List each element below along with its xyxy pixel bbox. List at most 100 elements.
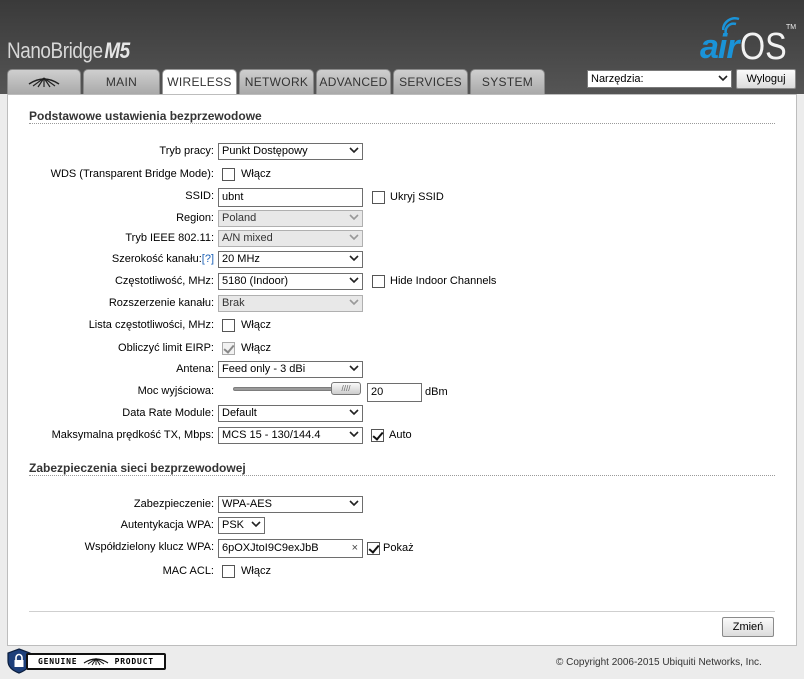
wpa-auth-label: Autentykacja WPA: bbox=[120, 519, 214, 531]
copyright: © Copyright 2006-2015 Ubiquiti Networks,… bbox=[556, 657, 762, 668]
wds-label: WDS (Transparent Bridge Mode): bbox=[50, 168, 214, 180]
row-output-power: Moc wyjściowa: 20 dBm bbox=[8, 383, 798, 403]
region-label: Region: bbox=[176, 212, 214, 224]
wpa-auth-select[interactable]: PSK bbox=[218, 517, 265, 534]
ubnt-logo-icon bbox=[28, 77, 60, 88]
data-rate-module-select[interactable]: Default bbox=[218, 405, 363, 422]
tab-advanced[interactable]: ADVANCED bbox=[316, 69, 391, 94]
tab-network[interactable]: NETWORK bbox=[239, 69, 314, 94]
auto-rate-checkbox[interactable] bbox=[371, 429, 384, 442]
tab-wireless[interactable]: WIRELESS bbox=[162, 69, 237, 95]
hide-indoor-checkbox[interactable] bbox=[372, 275, 385, 288]
tools-select[interactable]: Narzędzia: bbox=[587, 70, 732, 88]
airos-logo: air OS TM bbox=[700, 14, 800, 68]
row-ssid: SSID: ubnt Ukryj SSID bbox=[8, 188, 798, 208]
row-wpa-key: Współdzielony klucz WPA: 6pOXJtoI9C9exJb… bbox=[8, 539, 798, 559]
row-antenna: Antena: Feed only - 3 dBi bbox=[8, 361, 798, 381]
show-key-label: Pokaż bbox=[383, 542, 414, 554]
help-link[interactable]: [?] bbox=[202, 253, 214, 265]
eirp-checkbox-label: Włącz bbox=[241, 342, 271, 354]
channel-width-select[interactable]: 20 MHz bbox=[218, 251, 363, 268]
ssid-input[interactable]: ubnt bbox=[218, 188, 363, 207]
change-button[interactable]: Zmień bbox=[722, 617, 774, 637]
output-power-slider-handle[interactable]: //// bbox=[331, 382, 361, 395]
mode-select[interactable]: Punkt Dostępowy bbox=[218, 143, 363, 160]
antenna-value: Feed only - 3 dBi bbox=[222, 363, 306, 375]
chevron-down-icon bbox=[349, 147, 359, 154]
brand-name: NanoBridge bbox=[7, 38, 103, 63]
row-wpa-auth: Autentykacja WPA: PSK bbox=[8, 517, 798, 537]
row-mode: Tryb pracy: Punkt Dostępowy bbox=[8, 143, 798, 163]
frequency-label: Częstotliwość, MHz: bbox=[114, 275, 214, 287]
ssid-label: SSID: bbox=[185, 190, 214, 202]
tab-system[interactable]: SYSTEM bbox=[470, 69, 545, 94]
genuine-text: GENUINE bbox=[38, 657, 78, 666]
hide-ssid-checkbox[interactable] bbox=[372, 191, 385, 204]
mac-acl-checkbox-label: Włącz bbox=[241, 565, 271, 577]
model-name: M5 bbox=[104, 38, 130, 63]
logout-button[interactable]: Wyloguj bbox=[736, 69, 796, 89]
auto-rate-label: Auto bbox=[389, 429, 412, 441]
row-frequency: Częstotliwość, MHz: 5180 (Indoor) Hide I… bbox=[8, 273, 798, 293]
channel-extension-select[interactable]: Brak bbox=[218, 295, 363, 312]
chevron-down-icon bbox=[349, 214, 359, 221]
section-divider bbox=[29, 123, 775, 124]
antenna-label: Antena: bbox=[176, 363, 214, 375]
wds-checkbox[interactable] bbox=[222, 168, 235, 181]
genuine-product-badge: GENUINE PRODUCT bbox=[6, 648, 166, 674]
frequency-select[interactable]: 5180 (Indoor) bbox=[218, 273, 363, 290]
wpa-key-input[interactable]: 6pOXJtoI9C9exJbB × bbox=[218, 539, 363, 558]
mac-acl-label: MAC ACL: bbox=[162, 565, 214, 577]
data-rate-module-value: Default bbox=[222, 407, 257, 419]
ubnt-logo-icon bbox=[83, 658, 109, 666]
ieee-mode-select[interactable]: A/N mixed bbox=[218, 230, 363, 247]
row-channel-width: Szerokość kanału:[?] 20 MHz bbox=[8, 251, 798, 271]
product-text: PRODUCT bbox=[114, 657, 154, 666]
ieee-value: A/N mixed bbox=[222, 232, 273, 244]
security-select[interactable]: WPA-AES bbox=[218, 496, 363, 513]
tab-services[interactable]: SERVICES bbox=[393, 69, 468, 94]
mode-value: Punkt Dostępowy bbox=[222, 145, 308, 157]
max-tx-rate-value: MCS 15 - 130/144.4 bbox=[222, 429, 321, 441]
output-power-unit: dBm bbox=[425, 386, 448, 398]
tab-ubnt-logo[interactable] bbox=[7, 69, 81, 94]
basic-section-title: Podstawowe ustawienia bezprzewodowe bbox=[29, 109, 262, 123]
security-section-title: Zabezpieczenia sieci bezprzewodowej bbox=[29, 461, 246, 475]
wds-checkbox-label: Włącz bbox=[241, 168, 271, 180]
chevron-down-icon bbox=[251, 521, 261, 528]
chevron-down-icon bbox=[349, 299, 359, 306]
chevron-down-icon bbox=[349, 431, 359, 438]
data-rate-module-label: Data Rate Module: bbox=[122, 407, 214, 419]
chevron-down-icon bbox=[718, 75, 728, 82]
wpa-auth-value: PSK bbox=[222, 519, 245, 531]
row-ieee: Tryb IEEE 802.11: A/N mixed bbox=[8, 230, 798, 250]
clear-icon[interactable]: × bbox=[352, 540, 358, 557]
mac-acl-checkbox[interactable] bbox=[222, 565, 235, 578]
tools-select-value: Narzędzia: bbox=[591, 73, 644, 85]
row-channel-extension: Rozszerzenie kanału: Brak bbox=[8, 295, 798, 315]
frequency-list-checkbox[interactable] bbox=[222, 319, 235, 332]
antenna-select[interactable]: Feed only - 3 dBi bbox=[218, 361, 363, 378]
channel-width-value: 20 MHz bbox=[222, 253, 260, 265]
show-key-checkbox[interactable] bbox=[367, 542, 380, 555]
output-power-input[interactable]: 20 bbox=[367, 383, 422, 402]
output-power-label: Moc wyjściowa: bbox=[137, 385, 214, 397]
security-value: WPA-AES bbox=[222, 498, 272, 510]
genuine-badge-box: GENUINE PRODUCT bbox=[26, 653, 166, 670]
row-data-rate-module: Data Rate Module: Default bbox=[8, 405, 798, 425]
region-select[interactable]: Poland bbox=[218, 210, 363, 227]
tab-main[interactable]: MAIN bbox=[83, 69, 160, 94]
security-label: Zabezpieczenie: bbox=[133, 498, 214, 510]
section-divider bbox=[29, 475, 775, 476]
chevron-down-icon bbox=[349, 255, 359, 262]
eirp-checkbox[interactable] bbox=[222, 342, 235, 355]
wpa-key-label: Współdzielony klucz WPA: bbox=[84, 541, 214, 553]
frequency-list-label: Lista częstotliwości, MHz: bbox=[88, 319, 214, 331]
channel-width-label-text: Szerokość kanału: bbox=[111, 253, 202, 265]
row-security: Zabezpieczenie: WPA-AES bbox=[8, 496, 798, 516]
max-tx-rate-select[interactable]: MCS 15 - 130/144.4 bbox=[218, 427, 363, 444]
chevron-down-icon bbox=[349, 409, 359, 416]
logo-tm-text: TM bbox=[786, 24, 797, 31]
frequency-list-checkbox-label: Włącz bbox=[241, 319, 271, 331]
ieee-label: Tryb IEEE 802.11: bbox=[125, 232, 214, 244]
